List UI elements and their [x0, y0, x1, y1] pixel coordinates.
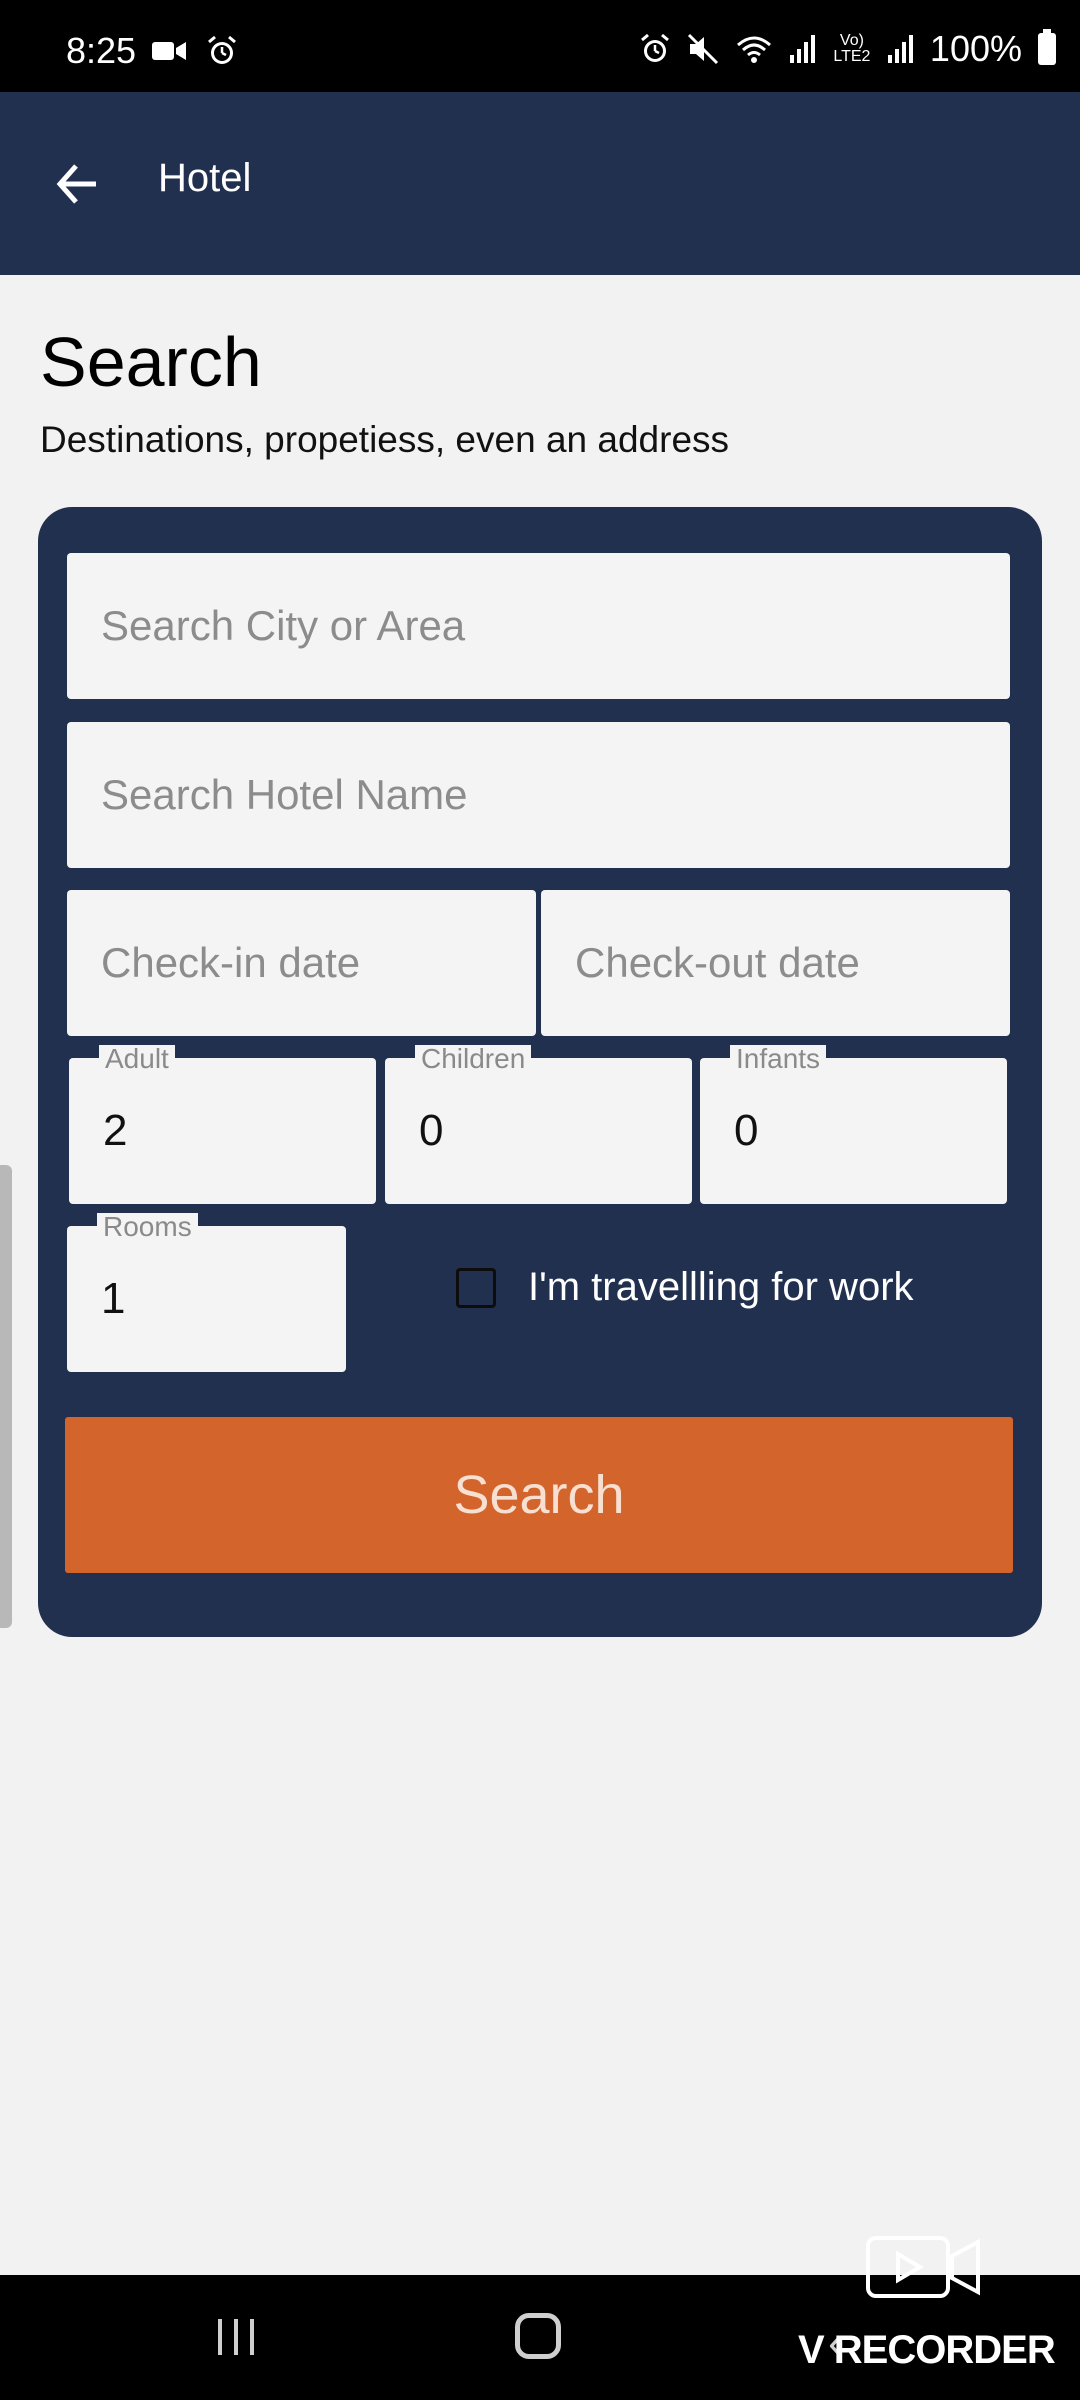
adult-value: 2 — [103, 1106, 128, 1155]
work-travel-label: I'm travellling for work — [528, 1265, 914, 1309]
mute-icon — [687, 33, 718, 65]
city-search-placeholder: Search City or Area — [101, 602, 466, 649]
adult-label: Adult — [99, 1045, 175, 1073]
battery-percent: 100% — [929, 28, 1022, 69]
watermark: V RECORDER — [798, 2232, 1058, 2372]
city-search-input[interactable]: Search City or Area — [67, 553, 1010, 699]
rooms-value: 1 — [101, 1274, 126, 1323]
app-bar: Hotel — [0, 92, 1080, 275]
page-subtitle: Destinations, propetiess, even an addres… — [40, 419, 730, 460]
signal-icon — [887, 35, 913, 63]
status-right-icons: Vo) LTE2 100% — [638, 28, 1056, 70]
home-icon[interactable] — [515, 2313, 561, 2359]
rooms-count-field[interactable]: Rooms 1 — [67, 1213, 346, 1372]
work-travel-checkbox-row[interactable]: I'm travellling for work — [456, 1265, 914, 1310]
edge-panel-handle[interactable] — [0, 1165, 12, 1628]
recent-apps-icon[interactable] — [214, 2317, 258, 2357]
alarm-icon — [207, 35, 236, 64]
volte-icon: Vo) LTE2 — [833, 32, 871, 65]
arrow-left-icon[interactable] — [52, 154, 102, 214]
hotel-search-placeholder: Search Hotel Name — [101, 771, 468, 818]
search-button[interactable]: Search — [65, 1417, 1013, 1573]
checkout-date-placeholder: Check-out date — [575, 939, 860, 986]
infants-label: Infants — [730, 1045, 827, 1073]
infants-count-field[interactable]: Infants 0 — [700, 1045, 1007, 1204]
adult-count-field[interactable]: Adult 2 — [69, 1045, 376, 1204]
children-label: Children — [415, 1045, 532, 1073]
rooms-label: Rooms — [97, 1213, 198, 1241]
battery-icon — [1038, 29, 1056, 65]
signal-icon — [789, 35, 815, 63]
app-bar-title: Hotel — [158, 156, 252, 200]
checkin-date-placeholder: Check-in date — [101, 939, 361, 986]
search-button-label: Search — [453, 1465, 625, 1525]
checkin-date-field[interactable]: Check-in date — [67, 890, 536, 1036]
video-camera-icon — [152, 41, 186, 60]
children-count-field[interactable]: Children 0 — [385, 1045, 692, 1204]
alarm-icon — [640, 33, 669, 62]
hotel-search-input[interactable]: Search Hotel Name — [67, 722, 1010, 868]
checkout-date-field[interactable]: Check-out date — [541, 890, 1010, 1036]
work-travel-checkbox[interactable] — [456, 1267, 496, 1308]
page-title: Search — [40, 323, 262, 401]
video-recorder-icon — [866, 2236, 980, 2298]
wifi-icon — [736, 36, 771, 63]
children-value: 0 — [419, 1106, 444, 1155]
status-bar: 8:25 Vo) LTE2 100% — [0, 0, 1080, 92]
watermark-text: V RECORDER — [798, 2328, 1056, 2372]
infants-value: 0 — [734, 1106, 759, 1155]
status-left-icons — [150, 30, 239, 68]
status-time: 8:25 — [66, 30, 137, 71]
